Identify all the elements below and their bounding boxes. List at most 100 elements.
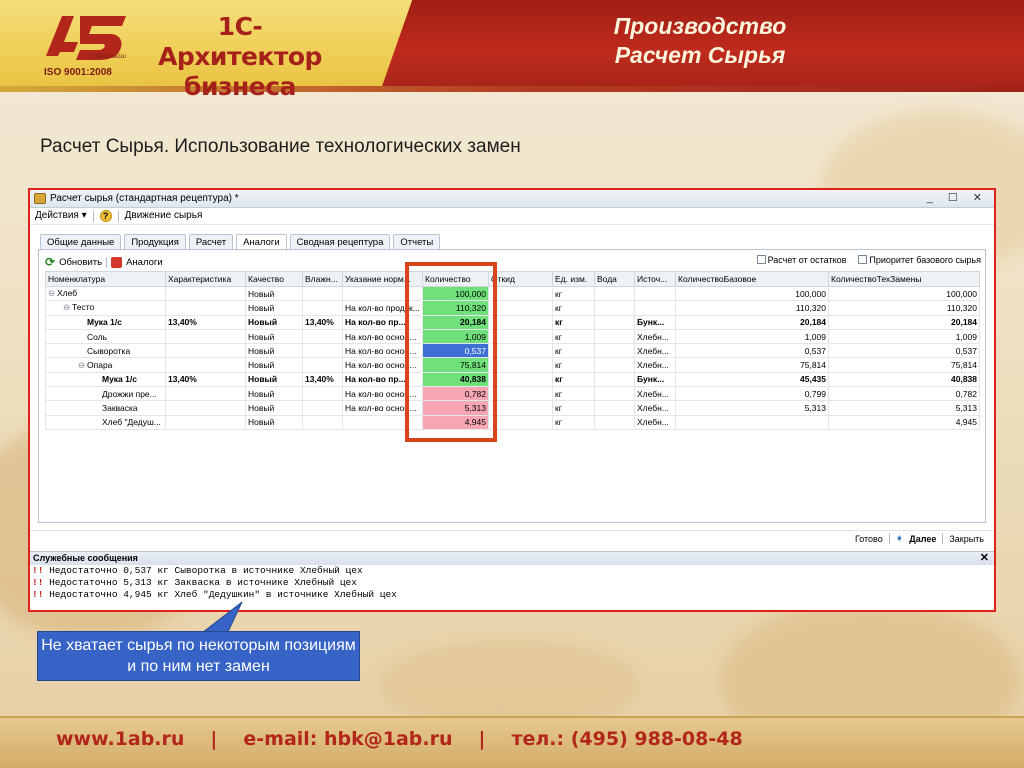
cell-moisture[interactable] (302, 328, 343, 345)
cell-source[interactable]: Бунк... (634, 314, 676, 330)
table-row[interactable]: Закваска Новый На кол-во основн... 5,313 кг Х… (45, 400, 980, 416)
col-unit[interactable]: Ед. изм. (552, 271, 595, 287)
movement-menu-item[interactable]: Движение сырья (125, 208, 203, 224)
cell-unit[interactable]: кг (552, 343, 595, 359)
tab-summary-recipe[interactable]: Сводная рецептура (289, 234, 391, 250)
analogs-icon[interactable] (111, 256, 123, 268)
cell-water[interactable] (594, 343, 635, 359)
cell-base-qty[interactable]: 1,009 (675, 328, 829, 345)
cell-moisture[interactable]: 13,40% (302, 314, 343, 330)
tree-collapse-icon[interactable]: ⊖ (78, 360, 87, 371)
cell-waste[interactable] (488, 300, 553, 316)
cell-quality[interactable]: Новый (245, 386, 303, 402)
footer-email[interactable]: e-mail: hbk@1ab.ru (243, 728, 452, 750)
cell-water[interactable] (594, 357, 635, 373)
cell-source[interactable]: Хлебн... (634, 400, 676, 416)
cell-waste[interactable] (488, 343, 553, 359)
cell-characteristic[interactable] (165, 285, 246, 302)
cell-waste[interactable] (488, 328, 553, 345)
cell-tech-qty[interactable]: 1,009 (828, 328, 980, 345)
cell-unit[interactable]: кг (552, 314, 595, 330)
next-arrow-icon[interactable]: ➧ (896, 533, 904, 544)
analogs-button[interactable]: Аналоги (126, 257, 163, 268)
help-icon[interactable]: ? (99, 210, 112, 222)
col-waste[interactable]: Откид (488, 271, 553, 287)
cell-unit[interactable]: кг (552, 357, 595, 373)
next-button[interactable]: Далее (909, 534, 936, 544)
refresh-button[interactable]: Обновить (59, 257, 102, 268)
cell-tech-qty[interactable]: 40,838 (828, 371, 980, 388)
table-row[interactable]: Хлеб "Дедуш... Новый 4,945 кг Хлебн... 4,945 (45, 414, 980, 430)
cell-characteristic[interactable] (165, 386, 246, 402)
col-base-qty[interactable]: КоличествоБазовое (675, 271, 829, 287)
tab-calculation[interactable]: Расчет (188, 234, 234, 250)
cell-unit[interactable]: кг (552, 300, 595, 316)
cell-waste[interactable] (488, 386, 553, 402)
cell-nomenclature[interactable]: Сыворотка (45, 343, 166, 359)
cell-tech-qty[interactable]: 5,313 (828, 400, 980, 416)
cell-nomenclature[interactable]: Хлеб "Дедуш... (45, 414, 166, 430)
col-characteristic[interactable]: Характеристика (165, 271, 246, 287)
window-controls[interactable]: _ ☐ ✕ (927, 190, 988, 207)
cell-waste[interactable] (488, 400, 553, 416)
cell-water[interactable] (594, 328, 635, 345)
table-row[interactable]: ⊖ Опара Новый На кол-во основн... 75,814 кг Хл… (45, 357, 980, 373)
cell-moisture[interactable] (302, 414, 343, 430)
cell-quality[interactable]: Новый (245, 328, 303, 345)
cell-tech-qty[interactable]: 4,945 (828, 414, 980, 430)
actions-menu[interactable]: Действия ▾ (35, 208, 87, 224)
cell-characteristic[interactable] (165, 328, 246, 345)
cell-nomenclature[interactable]: Мука 1/с (45, 314, 166, 330)
col-quality[interactable]: Качество (245, 271, 303, 287)
cell-moisture[interactable]: 13,40% (302, 371, 343, 388)
cell-nomenclature[interactable]: Соль (45, 328, 166, 345)
table-row[interactable]: Мука 1/с 13,40% Новый 13,40% На кол-во пр...… (45, 371, 980, 388)
cell-characteristic[interactable]: 13,40% (165, 371, 246, 388)
cell-base-qty[interactable]: 75,814 (675, 357, 829, 373)
table-row[interactable]: Сыворотка Новый На кол-во основн... 0,537 кг… (45, 343, 980, 359)
cell-moisture[interactable] (302, 386, 343, 402)
base-priority-option[interactable]: Приоритет базового сырья (858, 255, 981, 265)
cell-source[interactable]: Бунк... (634, 371, 676, 388)
cell-base-qty[interactable]: 45,435 (675, 371, 829, 388)
cell-waste[interactable] (488, 285, 553, 302)
close-button[interactable]: Закрыть (949, 534, 984, 544)
cell-characteristic[interactable] (165, 357, 246, 373)
cell-tech-qty[interactable]: 20,184 (828, 314, 980, 330)
cell-tech-qty[interactable]: 100,000 (828, 285, 980, 302)
cell-tech-qty[interactable]: 0,537 (828, 343, 980, 359)
tree-collapse-icon[interactable]: ⊖ (63, 302, 72, 313)
cell-characteristic[interactable]: 13,40% (165, 314, 246, 330)
cell-base-qty[interactable]: 100,000 (675, 285, 829, 302)
cell-source[interactable] (634, 300, 676, 316)
cell-tech-qty[interactable]: 75,814 (828, 357, 980, 373)
tab-products[interactable]: Продукция (124, 234, 186, 250)
cell-unit[interactable]: кг (552, 400, 595, 416)
calc-from-stock-option[interactable]: Расчет от остатков (756, 255, 846, 265)
footer-website[interactable]: www.1ab.ru (56, 728, 184, 750)
table-row[interactable]: Дрожжи пре... Новый На кол-во основн... 0,7… (45, 386, 980, 402)
cell-base-qty[interactable]: 20,184 (675, 314, 829, 330)
cell-waste[interactable] (488, 314, 553, 330)
base-priority-checkbox[interactable] (858, 255, 868, 264)
cell-waste[interactable] (488, 414, 553, 430)
cell-base-qty[interactable]: 0,537 (675, 343, 829, 359)
cell-moisture[interactable] (302, 400, 343, 416)
table-row[interactable]: ⊖ Хлеб Новый 100,000 кг 100,000 100,000 (45, 285, 980, 302)
cell-nomenclature[interactable]: ⊖ Опара (45, 357, 166, 373)
cell-moisture[interactable] (302, 343, 343, 359)
cell-water[interactable] (594, 300, 635, 316)
col-source[interactable]: Источ... (634, 271, 676, 287)
cell-tech-qty[interactable]: 110,320 (828, 300, 980, 316)
cell-water[interactable] (594, 414, 635, 430)
cell-nomenclature[interactable]: ⊖ Тесто (45, 300, 166, 316)
table-row[interactable]: ⊖ Тесто Новый На кол-во продук... 110,320 кг 1… (45, 300, 980, 316)
table-row[interactable]: Мука 1/с 13,40% Новый 13,40% На кол-во пр...… (45, 314, 980, 330)
tab-general[interactable]: Общие данные (40, 234, 122, 250)
cell-moisture[interactable] (302, 285, 343, 302)
cell-nomenclature[interactable]: Мука 1/с (45, 371, 166, 388)
cell-characteristic[interactable] (165, 300, 246, 316)
cell-unit[interactable]: кг (552, 414, 595, 430)
cell-unit[interactable]: кг (552, 371, 595, 388)
cell-source[interactable] (634, 285, 676, 302)
